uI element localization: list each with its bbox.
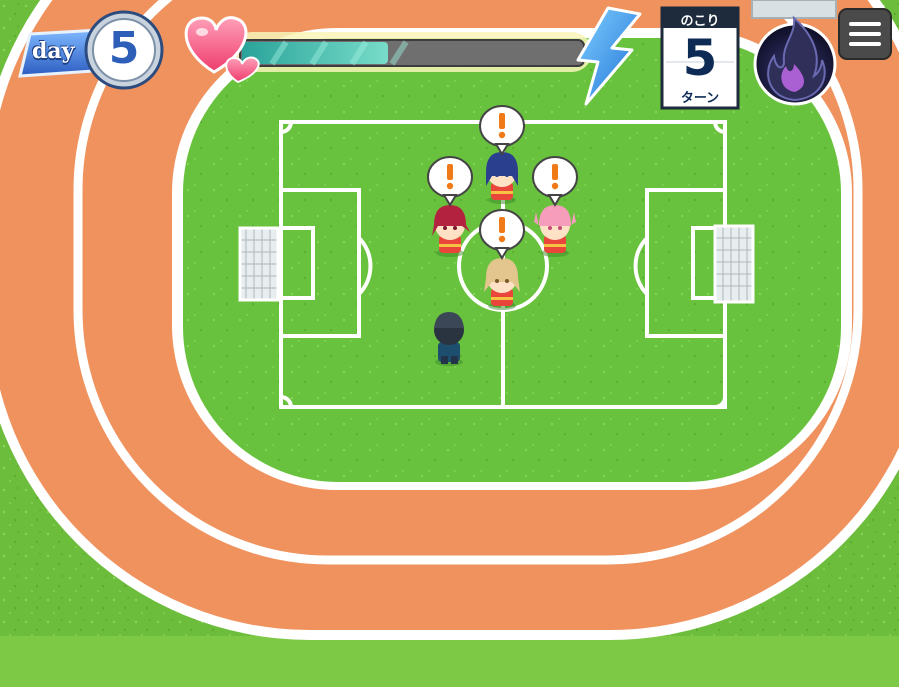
game-scene (0, 0, 899, 687)
hamburger-menu-icon (838, 8, 892, 60)
day-number: 5 (108, 23, 140, 74)
grass-strip (0, 636, 899, 687)
remaining-turns-unit: ターン (680, 91, 720, 106)
right-goal (713, 224, 755, 304)
remaining-turns-card: のこり 5 ターン (662, 8, 738, 108)
remaining-label: のこり (680, 14, 720, 29)
character-player-boy[interactable] (434, 312, 464, 366)
distant-goal (751, 0, 837, 19)
remaining-turns-number: 5 (682, 29, 718, 87)
left-goal (238, 226, 280, 302)
menu-button[interactable] (838, 8, 892, 60)
affection-bar (232, 32, 592, 72)
